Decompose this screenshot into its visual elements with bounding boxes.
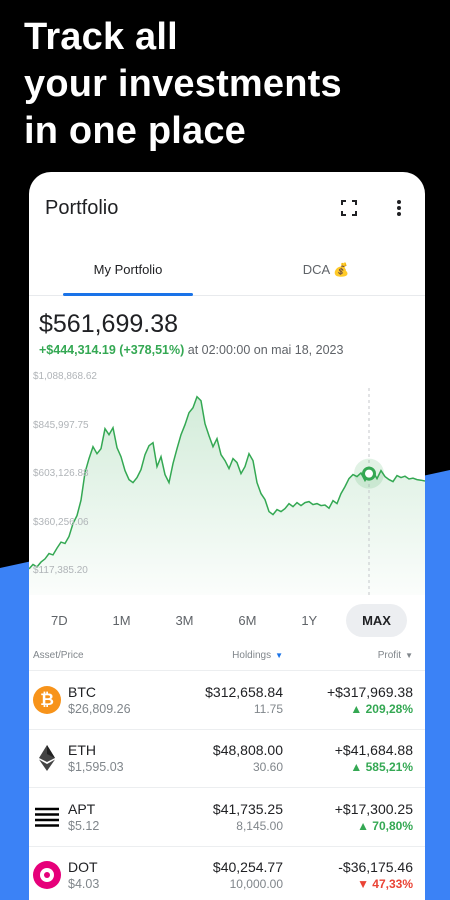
profit-cell: +$17,300.25 ▲ 70,80% bbox=[283, 801, 413, 833]
y-tick-label: $603,126.88 bbox=[33, 468, 89, 479]
table-row[interactable]: DOT $4.03 $40,254.77 10,000.00 -$36,175.46 ▼ … bbox=[29, 847, 425, 900]
profit-percent: ▲ 209,28% bbox=[350, 701, 413, 716]
asset-symbol: APT bbox=[68, 800, 96, 817]
profit-cell: +$317,969.38 ▲ 209,28% bbox=[283, 684, 413, 716]
headline-line-1: Track all bbox=[24, 16, 178, 58]
asset-price: $5.12 bbox=[68, 818, 100, 833]
profit-value: +$17,300.25 bbox=[334, 800, 413, 817]
profit-percent: ▲ 585,21% bbox=[350, 760, 413, 775]
range-1y-button[interactable]: 1Y bbox=[285, 604, 333, 637]
header-holdings-label: Holdings bbox=[232, 650, 272, 661]
fullscreen-icon[interactable] bbox=[337, 196, 361, 220]
asset-cell: APT $5.12 bbox=[68, 801, 133, 833]
asset-price: $26,809.26 bbox=[68, 701, 131, 716]
promo-headline: Track all your investments in one place bbox=[24, 14, 342, 155]
profit-value: -$36,175.46 bbox=[338, 859, 413, 876]
bitcoin-icon: ₿ bbox=[33, 685, 61, 714]
tab-dca[interactable]: DCA 💰 bbox=[227, 244, 425, 295]
y-tick-label: $1,088,868.62 bbox=[33, 371, 97, 382]
holdings-value: $312,658.84 bbox=[205, 683, 283, 700]
holdings-cell: $48,808.00 30.60 bbox=[133, 742, 283, 774]
profit-cell: -$36,175.46 ▼ 47,33% bbox=[283, 859, 413, 891]
asset-cell: BTC $26,809.26 bbox=[68, 684, 133, 716]
y-tick-label: $360,256.06 bbox=[33, 516, 89, 528]
y-tick-label: $845,997.75 bbox=[33, 419, 89, 431]
headline-line-2: your investments bbox=[24, 63, 342, 105]
profit-value: +$41,684.88 bbox=[334, 742, 413, 759]
more-vert-icon[interactable] bbox=[387, 196, 411, 220]
asset-symbol: ETH bbox=[68, 742, 96, 759]
polkadot-icon bbox=[33, 861, 61, 890]
range-1m-button[interactable]: 1M bbox=[97, 604, 147, 637]
sort-caret-icon: ▼ bbox=[405, 651, 413, 660]
portfolio-chart[interactable]: $1,088,868.62 $845,997.75 $603,126.88 $360,… bbox=[29, 363, 425, 595]
headline-line-3: in one place bbox=[24, 110, 247, 152]
aptos-icon bbox=[33, 802, 61, 831]
holdings-quantity: 11.75 bbox=[253, 701, 283, 716]
table-row[interactable]: APT $5.12 $41,735.25 8,145.00 +$17,300.25 ▲ 7… bbox=[29, 788, 425, 847]
ethereum-icon bbox=[33, 744, 61, 773]
phone-screen: Portfolio My Portfolio DCA 💰 $561,699.38… bbox=[29, 172, 425, 900]
holdings-value: $48,808.00 bbox=[212, 742, 283, 759]
header-asset[interactable]: Asset/Price bbox=[33, 650, 133, 661]
chart-svg[interactable] bbox=[29, 363, 425, 595]
portfolio-change: +$444,314.19 (+378,51%) bbox=[39, 343, 185, 357]
page-title: Portfolio bbox=[45, 196, 119, 219]
asset-cell: ETH $1,595.03 bbox=[68, 742, 133, 774]
portfolio-timestamp: at 02:00:00 on mai 18, 2023 bbox=[187, 343, 344, 357]
profit-percent: ▼ 47,33% bbox=[357, 877, 413, 892]
profit-value: +$317,969.38 bbox=[326, 683, 413, 700]
app-bar: Portfolio bbox=[29, 172, 425, 244]
asset-symbol: DOT bbox=[68, 859, 98, 876]
holdings-list: ₿ BTC $26,809.26 $312,658.84 11.75 +$317,969.… bbox=[29, 671, 425, 900]
asset-symbol: BTC bbox=[68, 683, 96, 700]
holdings-value: $41,735.25 bbox=[212, 800, 283, 817]
sort-down-icon: ▼ bbox=[275, 651, 283, 660]
holdings-quantity: 10,000.00 bbox=[229, 877, 283, 892]
holdings-quantity: 30.60 bbox=[252, 760, 283, 775]
holdings-cell: $40,254.77 10,000.00 bbox=[133, 859, 283, 891]
portfolio-total: $561,699.38 bbox=[39, 310, 179, 338]
profit-cell: +$41,684.88 ▲ 585,21% bbox=[283, 742, 413, 774]
holdings-cell: $312,658.84 11.75 bbox=[133, 684, 283, 716]
table-header: Asset/Price Holdings ▼ Profit ▼ bbox=[29, 641, 425, 671]
range-6m-button[interactable]: 6M bbox=[222, 604, 272, 637]
range-3m-button[interactable]: 3M bbox=[159, 604, 209, 637]
table-row[interactable]: ETH $1,595.03 $48,808.00 30.60 +$41,684.88 ▲ … bbox=[29, 730, 425, 788]
tab-bar: My Portfolio DCA 💰 bbox=[29, 244, 425, 296]
table-row[interactable]: ₿ BTC $26,809.26 $312,658.84 11.75 +$317,969.… bbox=[29, 671, 425, 730]
range-7d-button[interactable]: 7D bbox=[35, 604, 84, 637]
header-holdings[interactable]: Holdings ▼ bbox=[133, 650, 283, 661]
header-profit[interactable]: Profit ▼ bbox=[283, 650, 413, 661]
asset-price: $1,595.03 bbox=[68, 760, 124, 775]
tab-my-portfolio[interactable]: My Portfolio bbox=[29, 244, 227, 296]
y-tick-label: $117,385.20 bbox=[33, 565, 88, 576]
asset-cell: DOT $4.03 bbox=[68, 859, 133, 891]
portfolio-change-line: +$444,314.19 (+378,51%) at 02:00:00 on m… bbox=[39, 343, 415, 357]
holdings-quantity: 8,145.00 bbox=[236, 818, 283, 833]
range-selector: 7D 1M 3M 6M 1Y MAX bbox=[29, 595, 425, 639]
highlight-point[interactable] bbox=[362, 466, 376, 481]
holdings-value: $40,254.77 bbox=[212, 859, 283, 876]
range-max-button[interactable]: MAX bbox=[346, 603, 407, 637]
header-profit-label: Profit bbox=[377, 650, 402, 661]
holdings-cell: $41,735.25 8,145.00 bbox=[133, 801, 283, 833]
profit-percent: ▲ 70,80% bbox=[357, 818, 413, 833]
asset-price: $4.03 bbox=[68, 877, 100, 892]
portfolio-summary: $561,699.38 +$444,314.19 (+378,51%) at 0… bbox=[29, 296, 425, 357]
